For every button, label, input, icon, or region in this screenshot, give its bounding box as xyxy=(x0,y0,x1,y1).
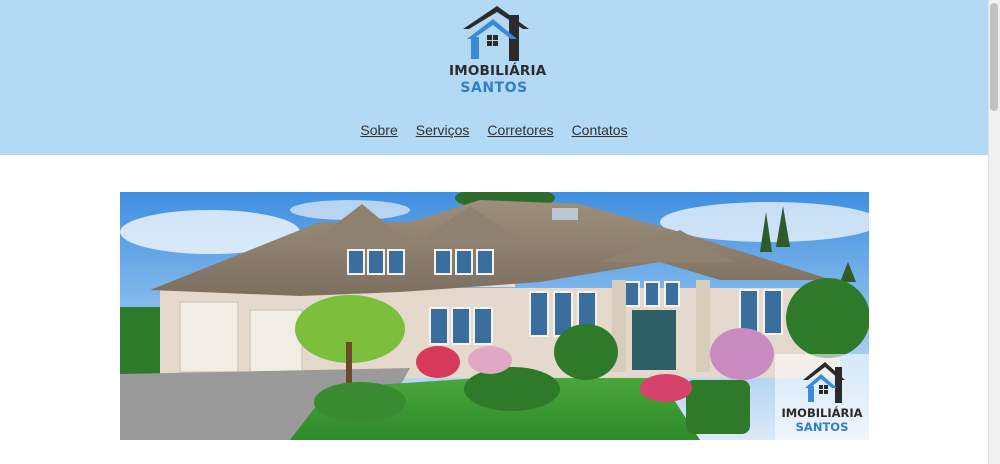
watermark-logo-icon xyxy=(803,362,845,403)
page: IMOBILIÁRIA SANTOS Sobre Serviços Corret… xyxy=(0,0,1000,464)
nav-link-contatos[interactable]: Contatos xyxy=(572,122,628,138)
photo-watermark: IMOBILIÁRIA SANTOS xyxy=(775,354,869,440)
nav-link-servicos[interactable]: Serviços xyxy=(416,122,470,138)
house-logo-icon xyxy=(463,6,529,61)
watermark-brand-name: IMOBILIÁRIA xyxy=(781,406,863,420)
brand-subname: SANTOS xyxy=(460,80,528,96)
scrollbar-thumb[interactable] xyxy=(990,3,998,111)
watermark-brand-subname: SANTOS xyxy=(795,420,849,434)
brand-logo[interactable]: IMOBILIÁRIA SANTOS xyxy=(449,5,547,100)
brand-name: IMOBILIÁRIA xyxy=(449,63,547,79)
nav-link-corretores[interactable]: Corretores xyxy=(487,122,553,138)
main-nav: Sobre Serviços Corretores Contatos xyxy=(0,122,988,138)
nav-link-sobre[interactable]: Sobre xyxy=(360,122,397,138)
vertical-scrollbar[interactable] xyxy=(988,0,1000,464)
hero-house-photo xyxy=(120,192,869,440)
site-header: IMOBILIÁRIA SANTOS Sobre Serviços Corret… xyxy=(0,0,988,155)
